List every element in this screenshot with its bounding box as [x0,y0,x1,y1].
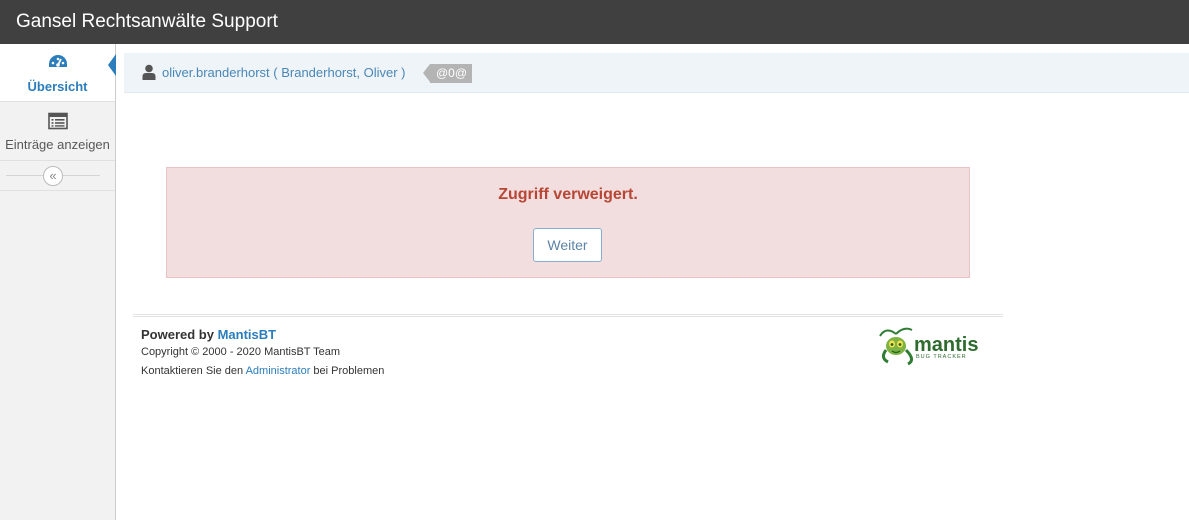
contact-prefix: Kontaktieren Sie den [141,365,246,377]
sidebar-item-label: Übersicht [27,79,88,94]
access-denied-alert: Zugriff verweigert. Weiter [166,167,970,278]
powered-by-label: Powered by [141,327,218,342]
mantisbt-link[interactable]: MantisBT [218,327,277,342]
administrator-link[interactable]: Administrator [246,365,311,377]
powered-by: Powered by MantisBT [141,327,384,343]
mantis-logo[interactable]: mantis BUG TRACKER [876,324,984,366]
contact-suffix: bei Problemen [310,365,385,377]
alert-message: Zugriff verweigert. [498,186,638,203]
sidebar-collapse-row: « [0,161,115,191]
contact-line: Kontaktieren Sie den Administrator bei P… [141,362,384,381]
sidebar-item-label: Einträge anzeigen [5,137,110,152]
logo-wordmark: mantis [914,334,978,356]
footer-divider [133,314,1003,317]
user-tag-badge: @0@ [422,64,473,83]
sidebar: Übersicht Einträge anzeigen « [0,44,116,520]
collapse-sidebar-button[interactable]: « [43,166,63,186]
sidebar-item-overview[interactable]: Übersicht [0,44,116,102]
top-navbar: Gansel Rechtsanwälte Support [0,0,1189,44]
double-chevron-left-icon: « [49,168,57,183]
breadcrumb: oliver.branderhorst ( Branderhorst, Oliv… [124,53,1189,93]
user-account-link[interactable]: oliver.branderhorst ( Branderhorst, Oliv… [162,65,405,80]
sidebar-item-view-issues[interactable]: Einträge anzeigen [0,102,115,161]
footer: Powered by MantisBT Copyright © 2000 - 2… [141,327,384,381]
app-title[interactable]: Gansel Rechtsanwälte Support [16,11,278,33]
copyright-text: Copyright © 2000 - 2020 MantisBT Team [141,346,341,358]
continue-button[interactable]: Weiter [533,228,602,262]
dashboard-icon [0,54,115,72]
user-icon [142,64,156,80]
list-icon [0,112,115,130]
logo-subtext: BUG TRACKER [916,354,967,360]
